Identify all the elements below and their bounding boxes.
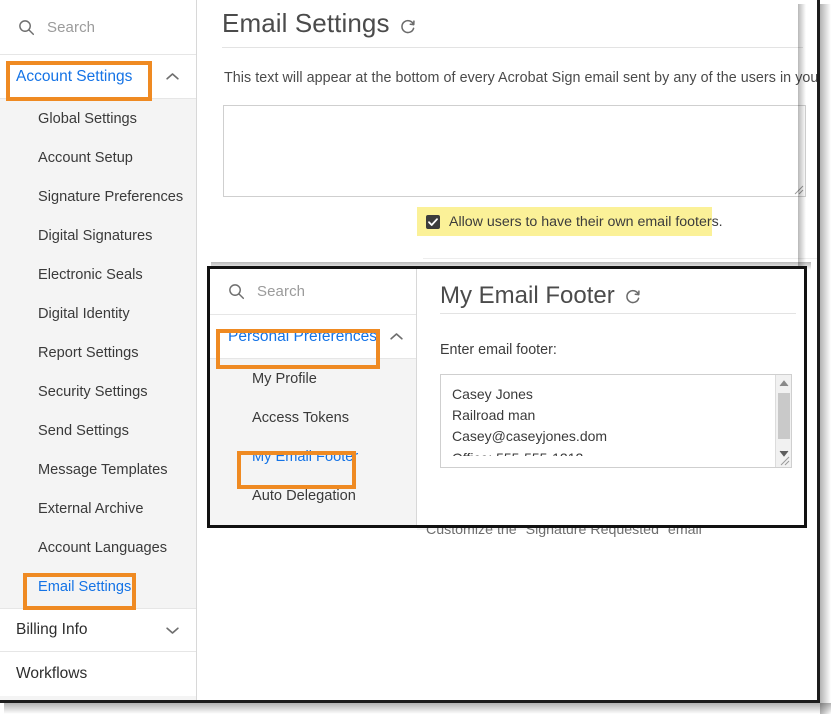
textarea-clip-mask (442, 456, 774, 466)
inset-sidebar-item-label: Access Tokens (252, 409, 350, 426)
sidebar-item-label: Digital Signatures (38, 227, 153, 244)
main-content: Email Settings This text will appear at … (198, 0, 817, 700)
sidebar-item-label: Report Settings (38, 344, 139, 361)
sidebar-group-label-workflows: Workflows (16, 665, 88, 682)
window-shadow-right (820, 4, 831, 714)
inset-sidebar-item-label: My Profile (252, 370, 317, 387)
app-window: Search Account Settings Global Settings … (0, 0, 820, 703)
email-footer-line: Casey@caseyjones.dom (452, 428, 608, 445)
sidebar-item-label: Global Settings (38, 110, 137, 127)
enter-email-footer-label: Enter email footer: (440, 342, 557, 358)
sidebar-item-label: External Archive (38, 500, 144, 517)
inset-page-title: My Email Footer (440, 282, 615, 309)
page-title-row: Email Settings (198, 0, 817, 44)
sidebar-group-label-account-settings: Account Settings (16, 67, 133, 85)
checkbox-checked-icon[interactable] (426, 215, 440, 229)
sidebar-item-external-archive[interactable]: External Archive (0, 489, 196, 528)
search-icon (19, 19, 35, 35)
sidebar-group-workflows[interactable]: Workflows (0, 652, 196, 696)
sidebar-item-signature-preferences[interactable]: Signature Preferences (0, 177, 196, 216)
email-footer-line: Railroad man (452, 407, 536, 424)
screenshot-root: Search Account Settings Global Settings … (0, 0, 831, 714)
inset-sidebar-item-label: My Email Footer (252, 448, 359, 465)
inset-sidebar-search[interactable]: Search (210, 269, 416, 315)
sidebar-item-email-settings[interactable]: Email Settings (0, 567, 196, 606)
inset-sidebar: Search Personal Preferences My Profile A… (210, 269, 417, 525)
sidebar-item-label: Security Settings (38, 383, 148, 400)
sidebar-item-label: Digital Identity (38, 305, 130, 322)
inset-title-row: My Email Footer (418, 269, 804, 311)
resize-handle-icon[interactable] (778, 454, 790, 466)
scroll-up-arrow-icon[interactable] (776, 376, 792, 392)
sidebar-item-label: Message Templates (38, 461, 168, 478)
sidebar-group-account-settings[interactable]: Account Settings (0, 55, 196, 99)
sidebar-item-send-settings[interactable]: Send Settings (0, 411, 196, 450)
inset-sidebar-group-personal-preferences[interactable]: Personal Preferences (210, 315, 416, 359)
sidebar-item-label: Account Setup (38, 149, 133, 166)
inset-main-content: My Email Footer Enter email footer: Case… (418, 269, 804, 525)
my-email-footer-textarea[interactable]: Casey Jones Railroad man Casey@caseyjone… (440, 374, 792, 468)
search-icon (229, 284, 245, 300)
inset-sidebar-item-access-tokens[interactable]: Access Tokens (210, 398, 416, 437)
sidebar-item-account-languages[interactable]: Account Languages (0, 528, 196, 567)
sidebar-item-digital-signatures[interactable]: Digital Signatures (0, 216, 196, 255)
sidebar-item-report-settings[interactable]: Report Settings (0, 333, 196, 372)
sidebar-item-message-templates[interactable]: Message Templates (0, 450, 196, 489)
email-footer-content: Casey Jones Railroad man Casey@caseyjone… (441, 375, 791, 467)
sidebar-search[interactable]: Search (0, 0, 196, 55)
sidebar-item-security-settings[interactable]: Security Settings (0, 372, 196, 411)
sidebar-search-placeholder: Search (47, 18, 96, 36)
allow-own-email-footers-row[interactable]: Allow users to have their own email foot… (426, 212, 723, 232)
refresh-icon[interactable] (399, 17, 417, 35)
email-footer-line: Casey Jones (452, 386, 533, 402)
sidebar-item-account-setup[interactable]: Account Setup (0, 138, 196, 177)
left-sidebar: Search Account Settings Global Settings … (0, 0, 197, 700)
inset-window-my-email-footer: Search Personal Preferences My Profile A… (207, 266, 807, 528)
sidebar-item-label: Email Settings (38, 578, 132, 595)
email-footer-description: This text will appear at the bottom of e… (224, 70, 820, 86)
inset-sidebar-item-my-email-footer[interactable]: My Email Footer (210, 437, 416, 476)
sidebar-item-digital-identity[interactable]: Digital Identity (0, 294, 196, 333)
sidebar-group-label-billing-info: Billing Info (16, 621, 88, 638)
chevron-up-icon (390, 333, 403, 340)
refresh-icon[interactable] (624, 287, 642, 305)
chevron-up-icon (166, 73, 179, 80)
sidebar-item-global-settings[interactable]: Global Settings (0, 99, 196, 138)
inset-sidebar-item-auto-delegation[interactable]: Auto Delegation (210, 476, 416, 515)
inset-sidebar-item-label: Auto Delegation (252, 487, 356, 504)
chevron-down-icon (166, 626, 179, 634)
background-divider (423, 258, 817, 259)
inset-sidebar-item-my-profile[interactable]: My Profile (210, 359, 416, 398)
inset-sidebar-search-placeholder: Search (257, 283, 306, 300)
inset-window-shadow-right (798, 4, 806, 266)
sidebar-item-label: Account Languages (38, 539, 168, 556)
page-title: Email Settings (222, 8, 390, 38)
account-email-footer-textarea[interactable] (223, 105, 806, 197)
allow-own-email-footers-label: Allow users to have their own email foot… (449, 214, 723, 230)
inset-sidebar-group-label: Personal Preferences (228, 327, 378, 345)
sidebar-group-billing-info[interactable]: Billing Info (0, 608, 196, 652)
sidebar-item-label: Send Settings (38, 422, 129, 439)
sidebar-item-label: Electronic Seals (38, 266, 143, 283)
window-shadow-bottom (4, 703, 831, 714)
scrollbar-thumb[interactable] (778, 393, 790, 439)
sidebar-item-electronic-seals[interactable]: Electronic Seals (0, 255, 196, 294)
sidebar-item-label: Signature Preferences (38, 188, 184, 205)
